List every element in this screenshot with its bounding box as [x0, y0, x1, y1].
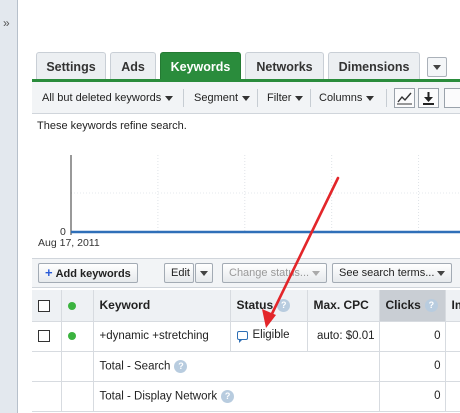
chevron-down-icon — [312, 270, 321, 276]
help-icon[interactable]: ? — [424, 299, 438, 313]
tab-keywords[interactable]: Keywords — [160, 52, 241, 79]
chevron-down-icon — [366, 95, 375, 101]
edit-label: Edit — [171, 267, 190, 279]
chevron-down-icon — [242, 95, 251, 101]
clicks-cell: 0 — [379, 321, 446, 352]
filter-view-dropdown[interactable]: All but deleted keywords — [42, 92, 174, 104]
table-header-row: Keyword Status? Max. CPC Clicks? Im — [32, 290, 460, 322]
help-icon[interactable]: ? — [174, 359, 188, 373]
select-all-checkbox[interactable] — [38, 300, 50, 313]
tab-ads[interactable]: Ads — [110, 52, 156, 79]
columns-dropdown[interactable]: Columns — [319, 92, 375, 104]
chevron-down-icon — [437, 270, 446, 276]
more-tabs-button[interactable] — [427, 57, 447, 77]
performance-chart: 0 Aug 17, 2011 — [32, 135, 460, 252]
segment-dropdown[interactable]: Segment — [194, 92, 251, 104]
impressions-cell — [445, 321, 460, 352]
chevron-down-icon — [165, 95, 174, 101]
impressions-header-label: Im — [451, 298, 460, 313]
enabled-status-icon — [67, 331, 76, 340]
expand-sidebar-icon[interactable]: » — [3, 16, 10, 30]
toolbar-divider — [386, 89, 387, 107]
clicks-column-header[interactable]: Clicks? — [379, 290, 446, 322]
table-toolbar: All but deleted keywords Segment Filter … — [32, 82, 460, 114]
change-status-label: Change status... — [229, 267, 310, 279]
filter-view-label: All but deleted keywords — [42, 92, 162, 104]
change-status-dropdown[interactable]: Change status... — [222, 263, 328, 283]
edit-button[interactable]: Edit — [164, 263, 194, 283]
tab-networks[interactable]: Networks — [245, 52, 324, 79]
total-display-cell: Total - Display Network? — [93, 381, 380, 412]
columns-label: Columns — [319, 92, 363, 104]
status-dot-header — [61, 290, 94, 322]
chevron-down-icon — [433, 65, 441, 70]
total-display-label: Total - Display Network — [99, 390, 218, 403]
speech-bubble-icon[interactable] — [236, 330, 248, 343]
segment-label: Segment — [194, 92, 239, 104]
max-cpc-cell[interactable]: auto: $0.01 — [307, 321, 380, 352]
total-row: Total - Search? 0 — [32, 351, 460, 382]
status-column-header[interactable]: Status? — [230, 290, 308, 322]
impressions-column-header[interactable]: Im — [445, 290, 460, 322]
collapsed-sidebar: » — [0, 0, 18, 413]
keyword-column-header[interactable]: Keyword — [93, 290, 231, 322]
toolbar-divider — [310, 89, 311, 107]
chart-plot — [70, 155, 460, 235]
table-row: +dynamic +stretching Eligible auto: $0.0… — [32, 321, 460, 352]
toolbar-divider — [183, 89, 184, 107]
status-header-label: Status — [236, 298, 274, 313]
tab-bar: Settings Ads Keywords Networks Dimension… — [32, 52, 460, 79]
row-status-dot-cell — [61, 321, 94, 352]
help-icon[interactable]: ? — [277, 299, 291, 313]
add-keywords-label: Add keywords — [55, 268, 131, 280]
total-display-clicks: 0 — [379, 381, 446, 412]
chevron-down-icon — [295, 95, 304, 101]
max-cpc-column-header[interactable]: Max. CPC — [307, 290, 380, 322]
more-toolbar-button[interactable] — [444, 88, 460, 108]
total-search-label: Total - Search — [99, 360, 171, 373]
table-actions: + Add keywords Edit Change status... See … — [32, 258, 460, 288]
keywords-table: Keyword Status? Max. CPC Clicks? Im +dyn… — [32, 290, 460, 412]
clicks-header-label: Clicks — [385, 298, 421, 313]
help-icon[interactable]: ? — [221, 389, 235, 403]
x-axis-date-label: Aug 17, 2011 — [38, 237, 100, 249]
toolbar-divider — [257, 89, 258, 107]
plus-icon: + — [45, 265, 53, 280]
total-search-clicks: 0 — [379, 351, 446, 382]
keyword-cell[interactable]: +dynamic +stretching — [93, 321, 231, 352]
keyword-header-label: Keyword — [99, 298, 151, 313]
line-chart-icon[interactable] — [394, 88, 415, 108]
row-select-cell — [32, 321, 62, 352]
status-value: Eligible — [252, 329, 290, 342]
row-checkbox[interactable] — [38, 329, 50, 342]
total-search-cell: Total - Search? — [93, 351, 380, 382]
see-search-terms-dropdown[interactable]: See search terms... — [332, 263, 453, 283]
edit-menu-button[interactable] — [195, 263, 213, 283]
tab-dimensions[interactable]: Dimensions — [328, 52, 420, 79]
filter-label: Filter — [267, 92, 292, 104]
download-icon[interactable] — [418, 88, 439, 108]
select-all-cell — [32, 290, 62, 322]
tab-settings[interactable]: Settings — [36, 52, 106, 79]
status-cell: Eligible — [230, 321, 308, 352]
search-terms-label: See search terms... — [339, 267, 435, 279]
tab-description: These keywords refine search. — [37, 120, 187, 132]
add-keywords-button[interactable]: + Add keywords — [38, 263, 138, 283]
total-row: Total - Display Network? 0 — [32, 381, 460, 412]
chevron-down-icon — [200, 271, 208, 276]
filter-dropdown[interactable]: Filter — [267, 92, 304, 104]
status-dot-icon — [67, 302, 76, 311]
max-cpc-header-label: Max. CPC — [313, 298, 369, 313]
